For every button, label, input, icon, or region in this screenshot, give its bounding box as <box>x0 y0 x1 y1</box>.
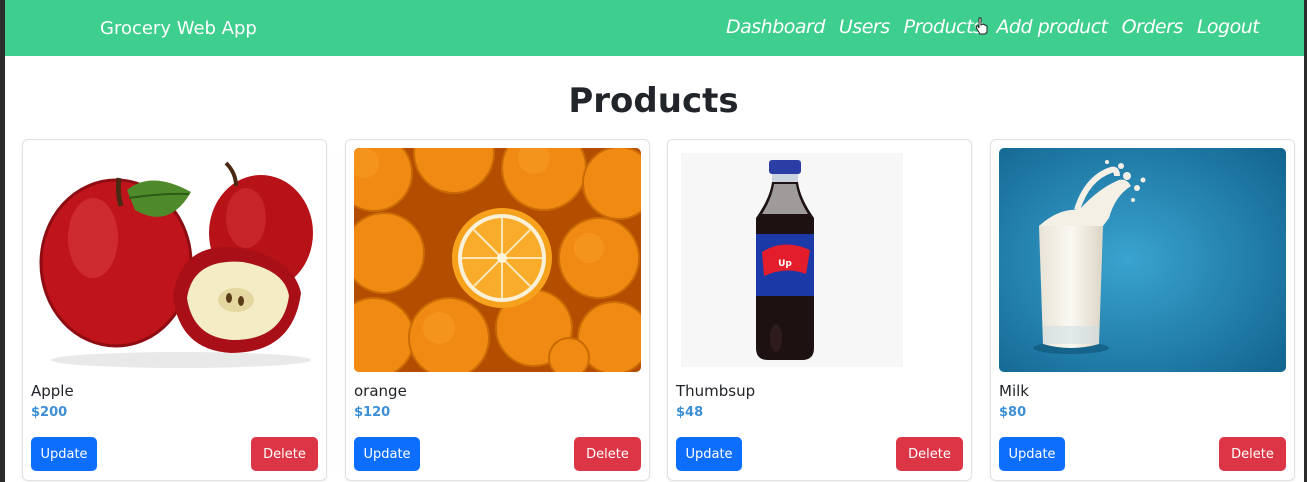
top-navbar: Grocery Web App Dashboard Users Products… <box>5 0 1304 56</box>
nav-links: Dashboard Users Products Add product Ord… <box>726 16 1260 38</box>
update-button[interactable]: Update <box>31 437 97 471</box>
hand-cursor-icon <box>975 17 988 35</box>
nav-link-products[interactable]: Products <box>904 16 983 38</box>
nav-link-add-product[interactable]: Add product <box>996 16 1108 38</box>
product-card: orange $120 Update Delete <box>345 139 650 481</box>
product-price: $48 <box>676 405 704 420</box>
product-name: Milk <box>999 382 1029 400</box>
product-card: Milk $80 Update Delete <box>990 139 1295 481</box>
delete-button[interactable]: Delete <box>574 437 641 471</box>
delete-button[interactable]: Delete <box>1219 437 1286 471</box>
product-name: Thumbsup <box>676 382 756 400</box>
nav-link-orders[interactable]: Orders <box>1122 16 1184 38</box>
product-name: orange <box>354 382 407 400</box>
delete-button[interactable]: Delete <box>896 437 963 471</box>
nav-link-logout[interactable]: Logout <box>1197 16 1260 38</box>
orange-image-icon <box>354 148 641 372</box>
update-button[interactable]: Update <box>354 437 420 471</box>
product-price: $200 <box>31 405 68 420</box>
product-card: Apple $200 Update Delete <box>22 139 327 481</box>
cola-bottle-image-icon: Up <box>676 148 963 372</box>
nav-link-users[interactable]: Users <box>839 16 890 38</box>
brand-title[interactable]: Grocery Web App <box>100 18 257 39</box>
page-title: Products <box>568 80 739 121</box>
update-button[interactable]: Update <box>676 437 742 471</box>
update-button[interactable]: Update <box>999 437 1065 471</box>
product-card: Up Thumbsup $48 Update Delete <box>667 139 972 481</box>
product-price: $80 <box>999 405 1027 420</box>
nav-link-dashboard[interactable]: Dashboard <box>726 16 825 38</box>
window-left-edge <box>0 0 5 482</box>
product-price: $120 <box>354 405 391 420</box>
milk-glass-image-icon <box>999 148 1286 372</box>
apple-image-icon <box>31 148 318 372</box>
delete-button[interactable]: Delete <box>251 437 318 471</box>
svg-text:Up: Up <box>778 259 792 269</box>
product-name: Apple <box>31 382 74 400</box>
